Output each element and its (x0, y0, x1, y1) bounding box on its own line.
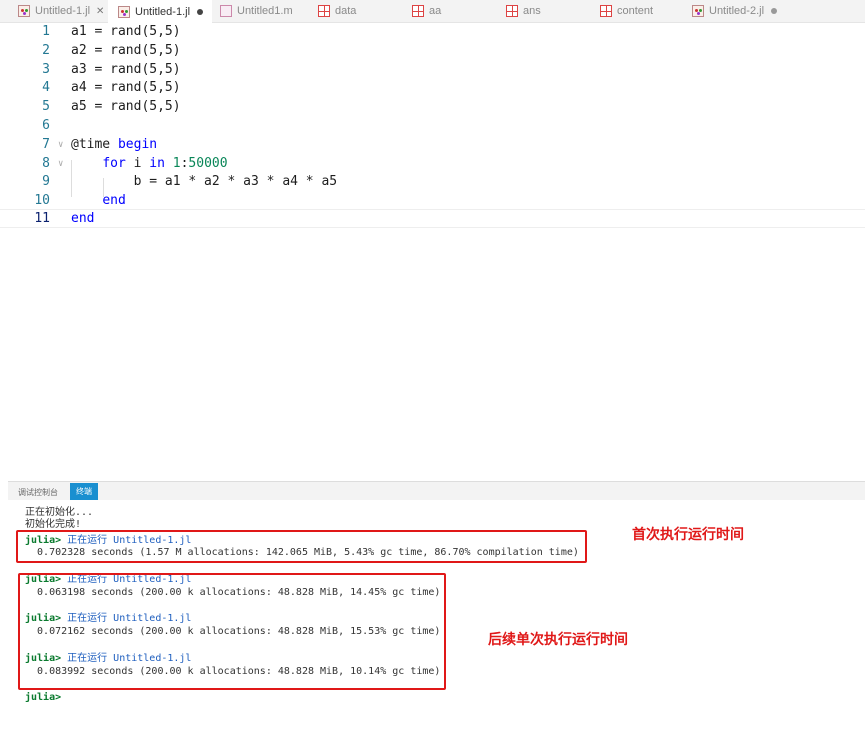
line-number: 11 (34, 211, 50, 226)
keyword-token: in (149, 155, 165, 171)
line-number: 3 (42, 61, 50, 77)
tab-data[interactable]: data (312, 0, 408, 22)
tab-label: Untitled-2.jl (709, 5, 765, 17)
tab-label: Untitled-1.jl (35, 5, 91, 17)
panel-tab-bar: 调试控制台 终端 (8, 481, 865, 500)
keyword-token: end (71, 211, 95, 226)
line-number: 9 (42, 174, 50, 190)
line-number: 1 (42, 24, 50, 39)
tab-terminal[interactable]: 终端 (70, 483, 98, 500)
unsaved-dot-icon[interactable] (197, 8, 204, 15)
julia-prompt: julia> (25, 692, 62, 703)
code-line[interactable]: 2 a2 = rand(5,5) (0, 42, 865, 61)
number-token: 50000 (188, 155, 228, 171)
line-number: 7 (42, 136, 50, 152)
code-line[interactable]: 6 (0, 117, 865, 136)
tab-label: Untitled-1.jl (135, 5, 191, 18)
terminal-line: 正在初始化... (25, 507, 94, 518)
table-icon (506, 5, 518, 17)
code-text: a5 = rand(5,5) (71, 99, 181, 115)
keyword-token: end (102, 193, 126, 209)
terminal-line: julia> (25, 692, 61, 704)
code-line[interactable]: 3 a3 = rand(5,5) (0, 61, 865, 80)
line-number: 5 (42, 99, 50, 115)
tab-ans[interactable]: ans (504, 0, 598, 22)
tab-label: Untitled1.m (237, 5, 293, 17)
tab-label: ans (523, 5, 541, 17)
julia-file-icon (118, 5, 130, 18)
first-run-highlight-box (16, 530, 587, 563)
indent-guide (103, 178, 104, 197)
code-line[interactable]: 5 a5 = rand(5,5) (0, 98, 865, 117)
code-editor[interactable]: 1 a1 = rand(5,5) 2 a2 = rand(5,5) 3 a3 =… (0, 23, 865, 480)
table-icon (412, 5, 424, 17)
line-number: 6 (42, 118, 50, 133)
first-run-annotation: 首次执行运行时间 (632, 527, 744, 543)
tab-untitled-2-jl[interactable]: Untitled-2.jl (692, 0, 865, 22)
code-text: a3 = rand(5,5) (71, 61, 181, 77)
line-number: 8 (42, 155, 50, 171)
tab-debug-console[interactable]: 调试控制台 (12, 484, 64, 500)
code-line[interactable]: 8 ∨ for i in 1:50000 (0, 155, 865, 174)
code-line[interactable]: 1 a1 = rand(5,5) (0, 23, 865, 42)
table-icon (600, 5, 612, 17)
fold-chevron-icon[interactable]: ∨ (58, 136, 63, 155)
julia-file-icon (692, 5, 704, 17)
fold-chevron-icon[interactable]: ∨ (58, 155, 63, 174)
line-number: 2 (42, 42, 50, 58)
matlab-file-icon (220, 5, 232, 17)
code-line-current[interactable]: 11 end (0, 209, 865, 228)
subsequent-runs-annotation: 后续单次执行运行时间 (488, 632, 628, 648)
keyword-token: for (102, 155, 126, 171)
tab-untitled-1-jl-active[interactable]: Untitled-1.jl (108, 0, 212, 23)
code-text: @time begin (71, 136, 157, 155)
tab-label: aa (429, 5, 442, 17)
editor-tab-bar: Untitled-1.jl ✕ Untitled-1.jl Untitled1.… (0, 0, 865, 23)
table-icon (318, 5, 330, 17)
code-line[interactable]: 9 b = a1 * a2 * a3 * a4 * a5 (0, 173, 865, 192)
code-text: b = a1 * a2 * a3 * a4 * a5 (71, 174, 338, 190)
tab-untitled-1-jl[interactable]: Untitled-1.jl ✕ (0, 0, 108, 22)
tab-content[interactable]: content (598, 0, 692, 22)
code-text: a4 = rand(5,5) (71, 80, 181, 96)
tab-untitled1-m[interactable]: Untitled1.m (212, 0, 312, 22)
subsequent-runs-highlight-box (18, 573, 446, 690)
tab-label: content (617, 5, 654, 17)
code-line[interactable]: 7 ∨ @time begin (0, 136, 865, 155)
julia-file-icon (18, 5, 30, 17)
tab-label: data (335, 5, 357, 17)
code-text: a2 = rand(5,5) (71, 42, 181, 58)
identifier-token: i (125, 155, 150, 171)
code-text: for i in 1:50000 (71, 155, 228, 174)
macro-token: @time (71, 136, 118, 152)
close-icon[interactable]: ✕ (96, 6, 104, 17)
indent-guide (71, 160, 72, 197)
code-line[interactable]: 4 a4 = rand(5,5) (0, 79, 865, 98)
number-token: 1 (164, 155, 181, 171)
code-text: a1 = rand(5,5) (71, 24, 181, 39)
tab-aa[interactable]: aa (408, 0, 504, 22)
unsaved-dot-icon[interactable] (771, 8, 778, 14)
keyword-token: begin (117, 136, 158, 152)
line-number: 4 (42, 80, 50, 96)
